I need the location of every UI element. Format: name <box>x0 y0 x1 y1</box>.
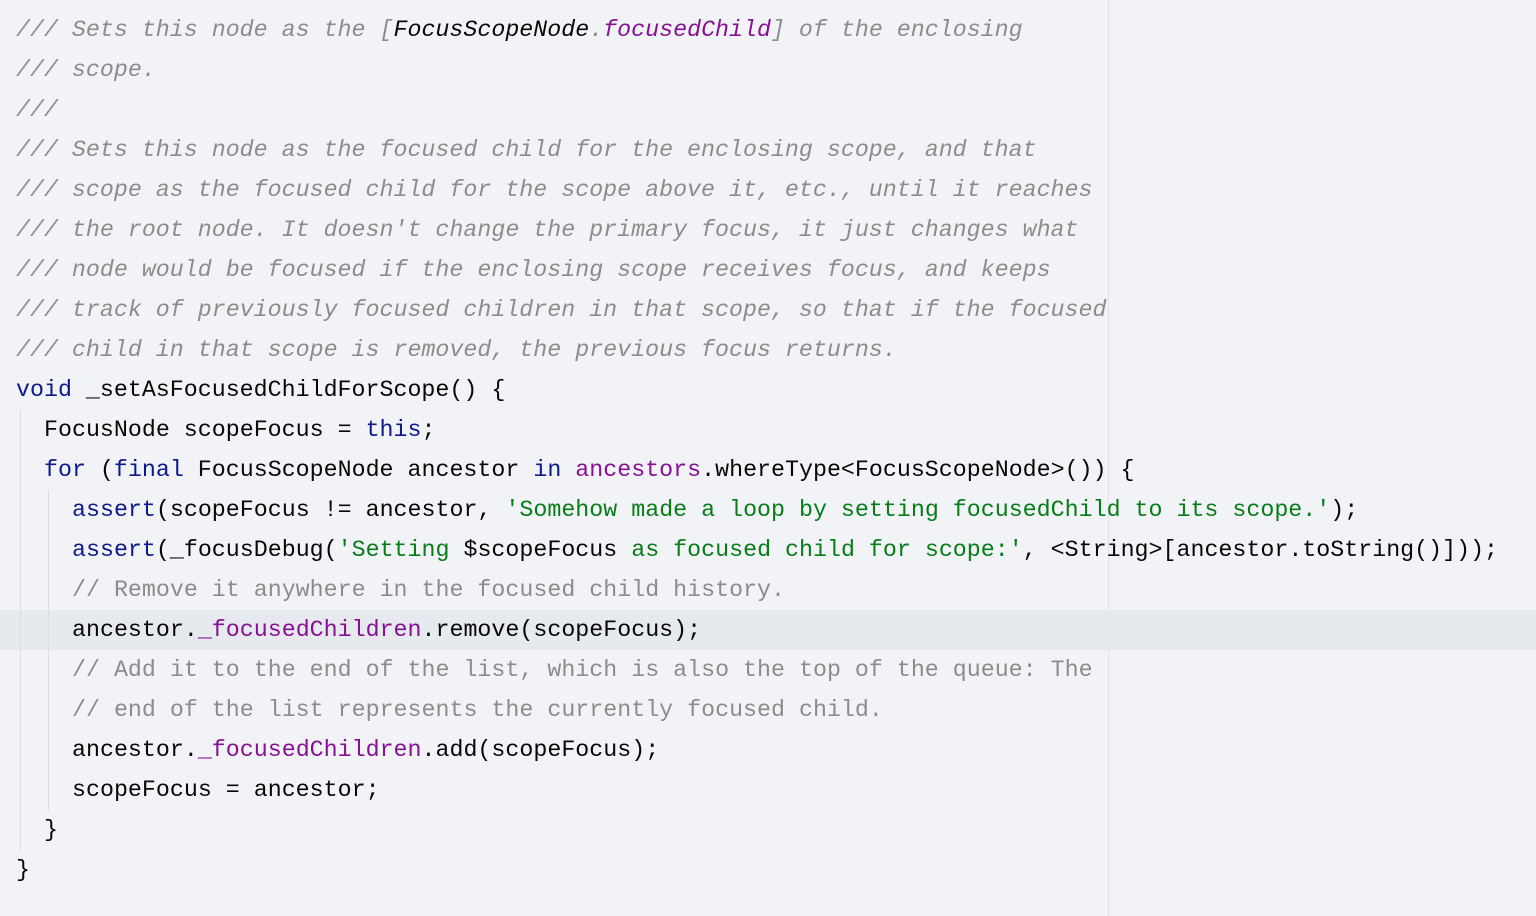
code-token: 'Setting <box>337 537 464 563</box>
code-token: void <box>16 377 72 403</box>
code-text: // Remove it anywhere in the focused chi… <box>72 570 785 610</box>
code-token: /// child in that scope is removed, the … <box>16 337 897 363</box>
code-text: FocusNode scopeFocus = this; <box>44 410 435 450</box>
code-line[interactable]: assert(_focusDebug('Setting $scopeFocus … <box>0 530 1536 570</box>
code-token: ); <box>1330 497 1359 523</box>
code-text: /// scope. <box>16 50 156 90</box>
code-token: scopeFocus = ancestor; <box>72 777 380 803</box>
code-token: $scopeFocus <box>463 537 618 563</box>
code-token: // Add it to the end of the list, which … <box>72 657 1093 683</box>
code-token: ; <box>421 417 436 443</box>
code-token: _setAsFocusedChildForScope() { <box>71 377 506 403</box>
code-line[interactable]: /// <box>0 90 1536 130</box>
code-line[interactable]: assert(scopeFocus != ancestor, 'Somehow … <box>0 490 1536 530</box>
code-token: ancestor. <box>72 737 198 763</box>
code-line[interactable]: /// track of previously focused children… <box>0 290 1536 330</box>
code-token: // end of the list represents the curren… <box>72 697 883 723</box>
code-token: as focused child for scope:' <box>617 537 1023 563</box>
code-line[interactable]: scopeFocus = ancestor; <box>0 770 1536 810</box>
code-line[interactable]: /// Sets this node as the focused child … <box>0 130 1536 170</box>
code-line[interactable]: FocusNode scopeFocus = this; <box>0 410 1536 450</box>
code-token: /// scope. <box>16 57 156 83</box>
code-token: .whereType<FocusScopeNode>()) { <box>701 457 1135 483</box>
code-text: // end of the list represents the curren… <box>72 690 883 730</box>
code-line-current[interactable]: ancestor._focusedChildren.remove(scopeFo… <box>0 610 1536 650</box>
code-text: ancestor._focusedChildren.add(scopeFocus… <box>72 730 659 770</box>
code-line[interactable]: void _setAsFocusedChildForScope() { <box>0 370 1536 410</box>
code-line[interactable]: /// node would be focused if the enclosi… <box>0 250 1536 290</box>
code-line[interactable]: /// Sets this node as the [FocusScopeNod… <box>0 10 1536 50</box>
code-line[interactable]: /// scope. <box>0 50 1536 90</box>
code-token: /// track of previously focused children… <box>16 297 1107 323</box>
code-text: /// the root node. It doesn't change the… <box>16 210 1079 250</box>
code-token: . <box>589 17 604 43</box>
code-token: ] of the enclosing <box>770 17 1023 43</box>
code-text: assert(_focusDebug('Setting $scopeFocus … <box>72 530 1498 570</box>
indent-guide <box>48 490 49 810</box>
code-token: .remove(scopeFocus); <box>421 617 702 643</box>
code-text: scopeFocus = ancestor; <box>72 770 380 810</box>
code-text: } <box>44 810 58 850</box>
code-text: } <box>16 850 30 890</box>
code-token: /// Sets this node as the focused child … <box>16 137 1037 163</box>
code-token: FocusScopeNode ancestor <box>183 457 534 483</box>
code-text: // Add it to the end of the list, which … <box>72 650 1093 690</box>
indent-guide <box>20 410 21 850</box>
code-text: /// Sets this node as the [FocusScopeNod… <box>16 10 1023 50</box>
code-line[interactable]: for (final FocusScopeNode ancestor in an… <box>0 450 1536 490</box>
code-token: } <box>44 817 58 843</box>
code-token: ancestor. <box>72 617 198 643</box>
code-token: ( <box>85 457 114 483</box>
code-token: /// scope as the focused child for the s… <box>16 177 1093 203</box>
code-token: /// <box>16 97 58 123</box>
code-token: assert <box>72 537 156 563</box>
code-line[interactable]: /// scope as the focused child for the s… <box>0 170 1536 210</box>
code-token: } <box>16 857 30 883</box>
code-editor[interactable]: /// Sets this node as the [FocusScopeNod… <box>0 10 1536 890</box>
code-token: focusedChild <box>603 17 771 43</box>
code-token: , <String>[ancestor.toString()])); <box>1022 537 1499 563</box>
code-text: /// <box>16 90 58 130</box>
code-line[interactable]: } <box>0 810 1536 850</box>
code-token: .add(scopeFocus); <box>421 737 660 763</box>
code-token: _focusedChildren <box>197 737 422 763</box>
code-token: _focusedChildren <box>197 617 422 643</box>
code-line[interactable]: } <box>0 850 1536 890</box>
code-token: /// Sets this node as the [ <box>16 17 394 43</box>
code-token: (_focusDebug( <box>155 537 338 563</box>
code-line[interactable]: // Add it to the end of the list, which … <box>0 650 1536 690</box>
code-token: (scopeFocus != ancestor, <box>155 497 506 523</box>
code-line[interactable]: /// the root node. It doesn't change the… <box>0 210 1536 250</box>
code-token: /// the root node. It doesn't change the… <box>16 217 1079 243</box>
code-token: ancestors <box>575 457 702 483</box>
code-token: assert <box>72 497 156 523</box>
code-text: /// Sets this node as the focused child … <box>16 130 1037 170</box>
code-text: /// node would be focused if the enclosi… <box>16 250 1051 290</box>
code-text: ancestor._focusedChildren.remove(scopeFo… <box>72 610 701 650</box>
code-line[interactable]: ancestor._focusedChildren.add(scopeFocus… <box>0 730 1536 770</box>
code-line[interactable]: // end of the list represents the curren… <box>0 690 1536 730</box>
code-text: void _setAsFocusedChildForScope() { <box>16 370 505 410</box>
code-text: for (final FocusScopeNode ancestor in an… <box>44 450 1135 490</box>
code-token: /// node would be focused if the enclosi… <box>16 257 1051 283</box>
code-token: for <box>44 457 86 483</box>
code-token: in <box>533 457 562 483</box>
code-token: // Remove it anywhere in the focused chi… <box>72 577 786 603</box>
code-token: 'Somehow made a loop by setting focusedC… <box>505 497 1331 523</box>
code-line[interactable]: // Remove it anywhere in the focused chi… <box>0 570 1536 610</box>
code-line[interactable]: /// child in that scope is removed, the … <box>0 330 1536 370</box>
code-text: assert(scopeFocus != ancestor, 'Somehow … <box>72 490 1358 530</box>
code-token: FocusNode scopeFocus = <box>44 417 366 443</box>
code-text: /// scope as the focused child for the s… <box>16 170 1093 210</box>
code-token: this <box>365 417 422 443</box>
code-text: /// track of previously focused children… <box>16 290 1106 330</box>
code-token: FocusScopeNode <box>393 17 590 43</box>
code-text: /// child in that scope is removed, the … <box>16 330 897 370</box>
code-token: final <box>113 457 184 483</box>
